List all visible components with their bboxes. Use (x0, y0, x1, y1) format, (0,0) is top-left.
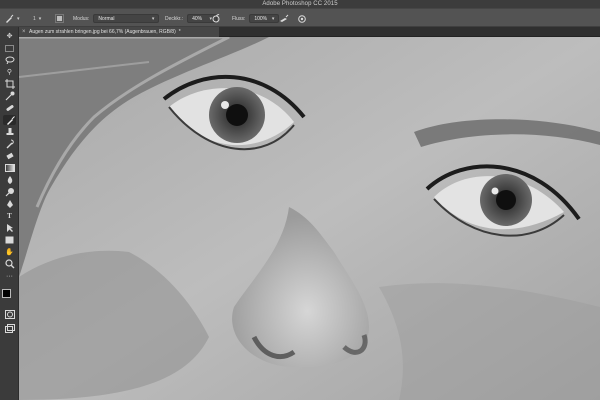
photo-grayscale-face-closeup (19, 37, 600, 400)
rectangle-tool-icon[interactable] (3, 235, 16, 245)
gradient-tool-icon[interactable] (3, 163, 16, 173)
clone-stamp-tool-icon[interactable] (3, 127, 16, 137)
mode-control: Modus: Normal ▾ (73, 9, 160, 28)
document-tab-title: Augen zum strahlen bringen.jpg bei 66,7%… (29, 29, 176, 35)
pressure-opacity-icon (211, 13, 221, 24)
flow-label: Fluss: (232, 15, 246, 22)
quick-mask-icon[interactable] (3, 309, 16, 319)
foreground-color-swatch[interactable] (2, 289, 11, 298)
photoshop-window: Adobe Photoshop CC 2015 ▾ 1 ▾ Modus: Nor… (0, 0, 600, 400)
hand-tool-icon[interactable]: ✋ (3, 247, 16, 257)
crop-tool-icon[interactable] (3, 79, 16, 89)
pressure-size-toggle[interactable] (297, 9, 307, 28)
color-swatches[interactable] (2, 289, 17, 303)
chevron-down-icon: ▾ (38, 15, 42, 22)
document-tab[interactable]: × Augen zum strahlen bringen.jpg bei 66,… (19, 27, 219, 37)
window-title: Adobe Photoshop CC 2015 (262, 1, 338, 7)
more-tools-icon[interactable]: ··· (3, 271, 16, 281)
mode-dropdown[interactable]: Normal ▾ (93, 14, 160, 23)
screen-mode-icon[interactable] (3, 323, 16, 333)
options-bar: ▾ 1 ▾ Modus: Normal ▾ Deckkr.: 40% ▾ Flu… (0, 8, 600, 27)
close-icon[interactable]: × (22, 27, 26, 37)
marquee-tool-icon[interactable] (3, 43, 16, 53)
chevron-down-icon: ▾ (151, 15, 155, 22)
flow-control: Fluss: 100% ▾ (232, 9, 280, 28)
brush-tool-icon (4, 14, 14, 24)
path-selection-tool-icon[interactable] (3, 223, 16, 233)
tools-panel: ✥ ⚲ T ✋ ··· (0, 27, 19, 400)
brush-panel-icon (55, 14, 64, 23)
quick-select-tool-icon[interactable]: ⚲ (3, 67, 16, 77)
document-dirty-marker: * (178, 29, 181, 35)
history-brush-tool-icon[interactable] (3, 139, 16, 149)
mode-value: Normal (98, 15, 115, 22)
opacity-value: 40% (192, 15, 203, 22)
document-canvas[interactable] (19, 37, 600, 400)
flow-field[interactable]: 100% ▾ (249, 14, 280, 23)
chevron-down-icon: ▾ (17, 15, 20, 22)
blur-tool-icon[interactable] (3, 175, 16, 185)
zoom-tool-icon[interactable] (3, 259, 16, 269)
tool-preset-picker[interactable]: ▾ (4, 9, 20, 28)
document-tab-bar: × Augen zum strahlen bringen.jpg bei 66,… (19, 27, 600, 37)
title-bar: Adobe Photoshop CC 2015 (0, 0, 600, 8)
lasso-tool-icon[interactable] (3, 55, 16, 65)
airbrush-icon (279, 14, 289, 24)
flow-value: 100% (254, 15, 268, 22)
brush-tool-icon[interactable] (3, 115, 16, 125)
eraser-tool-icon[interactable] (3, 151, 16, 161)
healing-brush-tool-icon[interactable] (3, 103, 16, 113)
brush-picker[interactable]: 1 ▾ (33, 9, 41, 28)
pen-tool-icon[interactable] (3, 199, 16, 209)
airbrush-toggle[interactable] (279, 9, 289, 28)
pressure-opacity-toggle[interactable] (211, 9, 221, 28)
chevron-down-icon: ▾ (271, 15, 275, 22)
dodge-tool-icon[interactable] (3, 187, 16, 197)
pressure-size-icon (297, 14, 307, 24)
type-tool-icon[interactable]: T (3, 211, 16, 221)
mode-label: Modus: (73, 15, 90, 22)
opacity-label: Deckkr.: (165, 15, 184, 22)
opacity-control: Deckkr.: 40% ▾ (165, 9, 218, 28)
eyedropper-tool-icon[interactable] (3, 91, 16, 101)
brush-panel-toggle[interactable] (55, 9, 64, 28)
move-tool-icon[interactable]: ✥ (3, 31, 16, 41)
